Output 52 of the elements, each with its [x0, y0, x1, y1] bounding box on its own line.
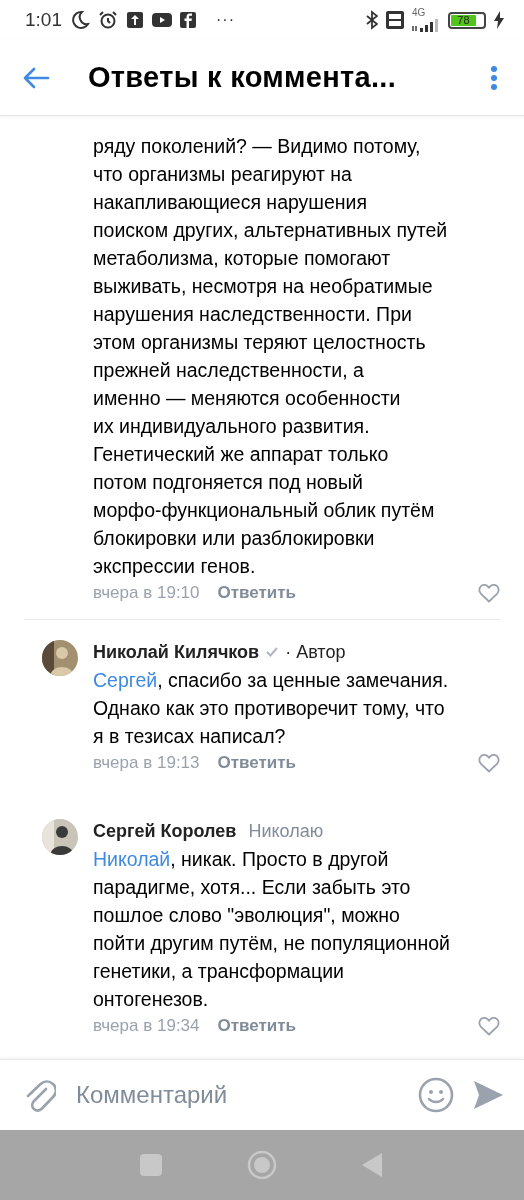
reply-link[interactable]: Ответить	[217, 753, 297, 773]
like-button[interactable]	[478, 753, 500, 773]
emoji-button[interactable]	[418, 1077, 454, 1113]
signal-icon	[412, 18, 440, 32]
more-vertical-icon	[490, 64, 498, 91]
avatar[interactable]	[42, 640, 78, 676]
heart-icon	[478, 583, 500, 603]
back-arrow-icon	[22, 65, 50, 90]
like-button[interactable]	[478, 583, 500, 603]
author-name[interactable]: Сергей Королев	[93, 820, 237, 842]
moon-icon	[70, 10, 90, 30]
comment-time: вчера в 19:10	[93, 583, 200, 603]
send-icon	[472, 1079, 504, 1111]
upload-icon	[126, 11, 144, 29]
charging-icon	[494, 11, 504, 29]
bluetooth-icon	[366, 10, 378, 30]
author-role: · Автор	[285, 641, 346, 663]
reply-link[interactable]: Ответить	[217, 1016, 297, 1036]
home-button[interactable]	[247, 1150, 277, 1180]
heart-icon	[478, 753, 500, 773]
comment-text: Николай, никак. Просто в другой парадигме, хотя... Если забыть это пошлое слово "эволюция", можно пойти другим путём, не популяционной генетики, а трансформации онтогенезов.	[93, 847, 451, 1012]
mention-link[interactable]: Николай	[93, 848, 171, 870]
clock-time: 1:01	[25, 9, 62, 31]
page-title: Ответы к коммента...	[88, 61, 398, 94]
network-type: 4G	[412, 8, 426, 18]
triangle-icon	[362, 1153, 384, 1177]
play-icon	[152, 12, 172, 28]
recent-apps-button[interactable]	[140, 1154, 162, 1176]
mention-link[interactable]: Сергей	[93, 669, 158, 691]
paperclip-icon	[24, 1077, 56, 1113]
comment-text: Сергей, спасибо за ценные замечания. Однако как это противоречит тому, что я в тезисах написал?	[93, 668, 450, 749]
square-icon	[140, 1154, 162, 1176]
send-button[interactable]	[472, 1079, 504, 1111]
back-nav-button[interactable]	[362, 1153, 384, 1177]
heart-icon	[478, 1016, 500, 1036]
back-button[interactable]	[22, 65, 50, 90]
author-name[interactable]: Николай Килячков	[93, 641, 260, 663]
alarm-icon	[98, 10, 118, 30]
comment-time: вчера в 19:13	[93, 753, 200, 773]
reply-to-link[interactable]: Николаю	[248, 820, 324, 842]
reply-link[interactable]: Ответить	[217, 583, 297, 603]
circle-icon	[247, 1150, 277, 1180]
battery-indicator: 78	[448, 11, 486, 29]
avatar[interactable]	[42, 819, 78, 855]
attach-button[interactable]	[24, 1077, 56, 1113]
smiley-icon	[418, 1077, 454, 1113]
like-button[interactable]	[478, 1016, 500, 1036]
more-notifications: ···	[216, 11, 235, 29]
comment-field[interactable]: Комментарий	[74, 1080, 400, 1110]
comment-time: вчера в 19:34	[93, 1016, 200, 1036]
f-logo-icon	[180, 12, 196, 28]
comment-text: ряду поколений? — Видимо потому, что организмы реагируют на накапливающиеся нарушения поиском других, альтернативных путей метаболизма, которые помогают выживать, несмотря на необратимые нарушения наследственности. При этом организмы теряют целостность прежней наследственности, а именно — меняются особенности их индивидуального развития. Генетический же аппарат только потом подгоняется под новый морфо-функциональный облик путём блокировки или разблокировки экспрессии генов.	[93, 134, 449, 579]
